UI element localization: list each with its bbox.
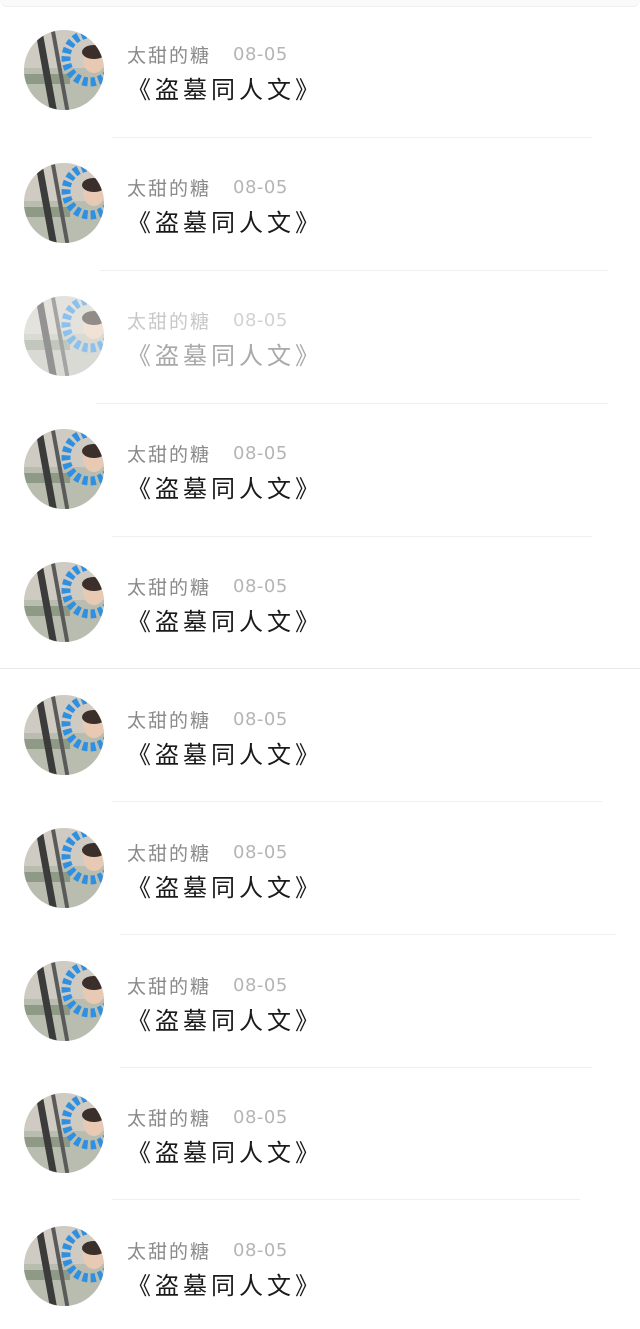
comment-meta: 太甜的糖 08-05 [127,1103,288,1131]
comment-text: 《盗墓同人文》 [127,209,323,237]
comment-date: 08-05 [233,974,288,996]
author-name[interactable]: 太甜的糖 [127,440,211,467]
list-item[interactable]: 太甜的糖 08-05 《盗墓同人文》 [0,0,640,133]
list-item[interactable]: 太甜的糖 08-05 《盗墓同人文》 [0,266,640,399]
avatar-image [24,562,104,642]
comment-date: 08-05 [233,43,288,65]
avatar-image [24,296,104,376]
avatar[interactable] [24,828,104,908]
author-name[interactable]: 太甜的糖 [127,174,211,201]
comment-text: 《盗墓同人文》 [127,342,323,370]
list-item[interactable]: 太甜的糖 08-05 《盗墓同人文》 [0,399,640,532]
comment-date: 08-05 [233,1239,288,1261]
avatar[interactable] [24,562,104,642]
avatar[interactable] [24,961,104,1041]
list-item[interactable]: 太甜的糖 08-05 《盗墓同人文》 [0,532,640,665]
author-name[interactable]: 太甜的糖 [127,573,211,600]
comment-text: 《盗墓同人文》 [127,874,323,902]
author-name[interactable]: 太甜的糖 [127,706,211,733]
author-name[interactable]: 太甜的糖 [127,307,211,334]
comment-date: 08-05 [233,841,288,863]
author-name[interactable]: 太甜的糖 [127,1104,211,1131]
avatar-image [24,1226,104,1306]
comment-date: 08-05 [233,575,288,597]
comment-text: 《盗墓同人文》 [127,741,323,769]
comment-meta: 太甜的糖 08-05 [127,705,288,733]
avatar[interactable] [24,163,104,243]
avatar-image [24,828,104,908]
comment-date: 08-05 [233,1106,288,1128]
author-name[interactable]: 太甜的糖 [127,839,211,866]
avatar-image [24,1093,104,1173]
avatar[interactable] [24,1226,104,1306]
avatar[interactable] [24,429,104,509]
list-item[interactable]: 太甜的糖 08-05 《盗墓同人文》 [0,1196,640,1329]
avatar-image [24,429,104,509]
avatar[interactable] [24,1093,104,1173]
avatar[interactable] [24,30,104,110]
comment-meta: 太甜的糖 08-05 [127,306,288,334]
avatar-image [24,961,104,1041]
comment-text: 《盗墓同人文》 [127,1007,323,1035]
comment-meta: 太甜的糖 08-05 [127,1236,288,1264]
author-name[interactable]: 太甜的糖 [127,972,211,999]
comment-date: 08-05 [233,309,288,331]
comment-text: 《盗墓同人文》 [127,1139,323,1167]
list-item[interactable]: 太甜的糖 08-05 《盗墓同人文》 [0,798,640,931]
comment-meta: 太甜的糖 08-05 [127,971,288,999]
comment-meta: 太甜的糖 08-05 [127,173,288,201]
comment-date: 08-05 [233,708,288,730]
comment-text: 《盗墓同人文》 [127,1272,323,1300]
comment-text: 《盗墓同人文》 [127,475,323,503]
list-item[interactable]: 太甜的糖 08-05 《盗墓同人文》 [0,931,640,1064]
avatar-image [24,163,104,243]
comment-meta: 太甜的糖 08-05 [127,572,288,600]
list-item[interactable]: 太甜的糖 08-05 《盗墓同人文》 [0,133,640,266]
comment-date: 08-05 [233,442,288,464]
author-name[interactable]: 太甜的糖 [127,1237,211,1264]
avatar-image [24,30,104,110]
comment-text: 《盗墓同人文》 [127,608,323,636]
avatar[interactable] [24,695,104,775]
comment-meta: 太甜的糖 08-05 [127,838,288,866]
comment-date: 08-05 [233,176,288,198]
comment-meta: 太甜的糖 08-05 [127,439,288,467]
list-item[interactable]: 太甜的糖 08-05 《盗墓同人文》 [0,665,640,798]
avatar-image [24,695,104,775]
avatar[interactable] [24,296,104,376]
author-name[interactable]: 太甜的糖 [127,41,211,68]
list-item[interactable]: 太甜的糖 08-05 《盗墓同人文》 [0,1063,640,1196]
comment-meta: 太甜的糖 08-05 [127,40,288,68]
comment-text: 《盗墓同人文》 [127,76,323,104]
